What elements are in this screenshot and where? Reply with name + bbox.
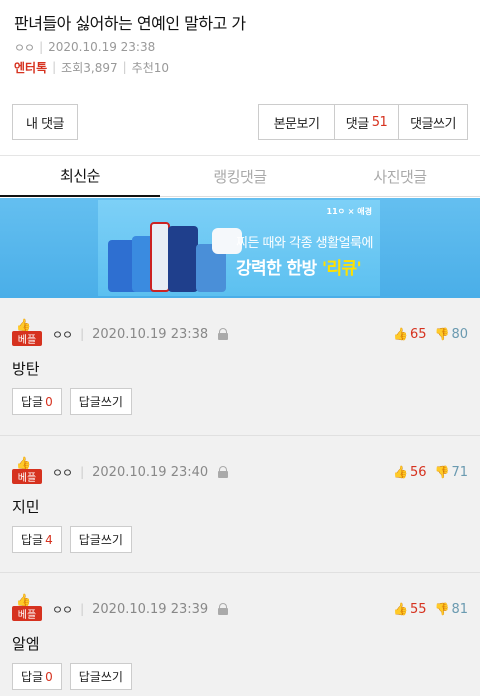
comment-item: 👍 베플 ㅇㅇ | 2020.10.19 23:39 👍 55 👎 81 알엠 답글…	[0, 572, 480, 696]
comment-header: 👍 베플 ㅇㅇ | 2020.10.19 23:39 👍 55 👎 81	[12, 593, 468, 623]
divider: |	[80, 465, 85, 479]
reply-count: 0	[45, 394, 53, 409]
detergent-bottle-image	[168, 226, 198, 292]
comment-votes: 👍 65 👎 80	[393, 327, 468, 342]
like-button[interactable]: 👍 65	[393, 327, 427, 342]
tab-ranking[interactable]: 랭킹댓글	[160, 156, 320, 196]
reply-count-button[interactable]: 답글 0	[12, 663, 62, 690]
ad-brand-logo: 11ㅇ × 애경	[326, 207, 373, 216]
comment-text: 방탄	[12, 360, 40, 378]
thumbs-up-icon: 👍	[393, 602, 408, 616]
thumbs-up-icon: 👍	[16, 318, 31, 332]
action-bar: 내 댓글 본문보기 댓글 51 댓글쓰기	[12, 104, 468, 140]
ad-tagline-highlight: '리큐'	[321, 259, 362, 279]
comment-item: 👍 베플 ㅇㅇ | 2020.10.19 23:38 👍 65 👎 80 방탄 답글…	[0, 298, 480, 435]
post-header: 판녀들아 싫어하는 연예인 말하고 가 ㅇㅇ | 2020.10.19 23:3…	[0, 0, 480, 88]
divider: |	[80, 602, 85, 616]
dislike-count: 80	[451, 326, 468, 342]
comment-text: 지민	[12, 498, 40, 516]
comment-text: 알엠	[12, 635, 40, 653]
thumbs-up-icon: 👍	[393, 465, 408, 479]
comments-button[interactable]: 댓글 51	[334, 104, 398, 140]
best-comment-badge: 👍 베플	[12, 456, 42, 484]
ad-tagline: 강력한 한방 '리큐'	[236, 254, 362, 279]
post-date: 2020.10.19 23:38	[48, 40, 156, 54]
comment-date: 2020.10.19 23:38	[92, 326, 209, 342]
post-stats: 엔터톡 | 조회3,897 | 추천10	[14, 58, 466, 76]
comment-sort-tabs: 최신순 랭킹댓글 사진댓글	[0, 155, 480, 197]
best-label: 베플	[12, 469, 42, 484]
divider: |	[122, 60, 127, 74]
reply-count-button[interactable]: 답글 4	[12, 526, 62, 553]
comment-actions: 답글 0 답글쓰기	[12, 663, 132, 690]
comment-header: 👍 베플 ㅇㅇ | 2020.10.19 23:40 👍 56 👎 71	[12, 456, 468, 486]
post-author[interactable]: ㅇㅇ	[14, 39, 35, 56]
comment-header: 👍 베플 ㅇㅇ | 2020.10.19 23:38 👍 65 👎 80	[12, 318, 468, 348]
tab-latest[interactable]: 최신순	[0, 156, 160, 197]
reply-count-button[interactable]: 답글 0	[12, 388, 62, 415]
lock-icon	[218, 328, 229, 340]
like-count: 65	[409, 326, 427, 342]
reply-label: 답글	[21, 395, 44, 409]
thumbs-down-icon: 👎	[434, 327, 450, 341]
like-count: 56	[409, 464, 427, 480]
detergent-bottle-image	[150, 222, 170, 292]
dislike-button[interactable]: 👎 80	[435, 327, 469, 342]
write-reply-button[interactable]: 답글쓰기	[69, 526, 132, 553]
best-comment-badge: 👍 베플	[12, 593, 42, 621]
thumbs-down-icon: 👎	[434, 465, 450, 479]
comments-count: 51	[371, 114, 388, 130]
dislike-button[interactable]: 👎 81	[435, 602, 469, 617]
comment-list: 👍 베플 ㅇㅇ | 2020.10.19 23:38 👍 65 👎 80 방탄 답글…	[0, 298, 480, 696]
reply-label: 답글	[21, 533, 44, 547]
comment-votes: 👍 55 👎 81	[393, 602, 468, 617]
tab-photo[interactable]: 사진댓글	[320, 156, 480, 196]
best-comment-badge: 👍 베플	[12, 318, 42, 346]
dislike-count: 71	[451, 464, 468, 480]
divider: |	[52, 60, 57, 74]
like-count: 55	[409, 601, 427, 617]
lock-icon	[218, 466, 229, 478]
best-label: 베플	[12, 331, 42, 346]
comment-author[interactable]: ㅇㅇ	[52, 326, 73, 343]
write-reply-button[interactable]: 답글쓰기	[69, 663, 132, 690]
comment-actions: 답글 4 답글쓰기	[12, 526, 132, 553]
reply-count: 0	[45, 669, 53, 684]
best-label: 베플	[12, 606, 42, 621]
dislike-count: 81	[451, 601, 468, 617]
post-views: 조회3,897	[61, 60, 118, 75]
thumbs-up-icon: 👍	[16, 456, 31, 470]
view-body-button[interactable]: 본문보기	[258, 104, 334, 140]
write-reply-button[interactable]: 답글쓰기	[69, 388, 132, 415]
comment-author[interactable]: ㅇㅇ	[52, 601, 73, 618]
comment-item: 👍 베플 ㅇㅇ | 2020.10.19 23:40 👍 56 👎 71 지민 답글…	[0, 435, 480, 572]
ad-tagline-text: 강력한 한방	[236, 259, 322, 279]
comment-actions: 답글 0 답글쓰기	[12, 388, 132, 415]
post-recommend: 추천10	[131, 60, 170, 75]
post-title: 판녀들아 싫어하는 연예인 말하고 가	[14, 14, 246, 33]
comment-date: 2020.10.19 23:39	[92, 601, 209, 617]
like-button[interactable]: 👍 56	[393, 465, 427, 480]
like-button[interactable]: 👍 55	[393, 602, 427, 617]
thumbs-up-icon: 👍	[16, 593, 31, 607]
post-category[interactable]: 엔터톡	[14, 59, 47, 76]
comment-author[interactable]: ㅇㅇ	[52, 464, 73, 481]
action-button-group: 본문보기 댓글 51 댓글쓰기	[258, 104, 468, 140]
reply-label: 답글	[21, 670, 44, 684]
reply-count: 4	[45, 532, 53, 547]
lock-icon	[218, 603, 229, 615]
ad-headline: 찌든 때와 각종 생활얼룩에	[236, 236, 373, 251]
thumbs-down-icon: 👎	[434, 602, 450, 616]
divider: |	[39, 40, 44, 54]
comments-label: 댓글	[345, 116, 369, 132]
post-meta: ㅇㅇ | 2020.10.19 23:38	[14, 38, 466, 56]
dislike-button[interactable]: 👎 71	[435, 465, 469, 480]
divider: |	[80, 327, 85, 341]
write-comment-button[interactable]: 댓글쓰기	[398, 104, 468, 140]
comment-votes: 👍 56 👎 71	[393, 465, 468, 480]
my-comments-button[interactable]: 내 댓글	[12, 104, 78, 140]
ad-banner[interactable]: 11ㅇ × 애경 찌든 때와 각종 생활얼룩에 강력한 한방 '리큐'	[0, 198, 480, 298]
thumbs-up-icon: 👍	[393, 327, 408, 341]
comment-date: 2020.10.19 23:40	[92, 464, 209, 480]
